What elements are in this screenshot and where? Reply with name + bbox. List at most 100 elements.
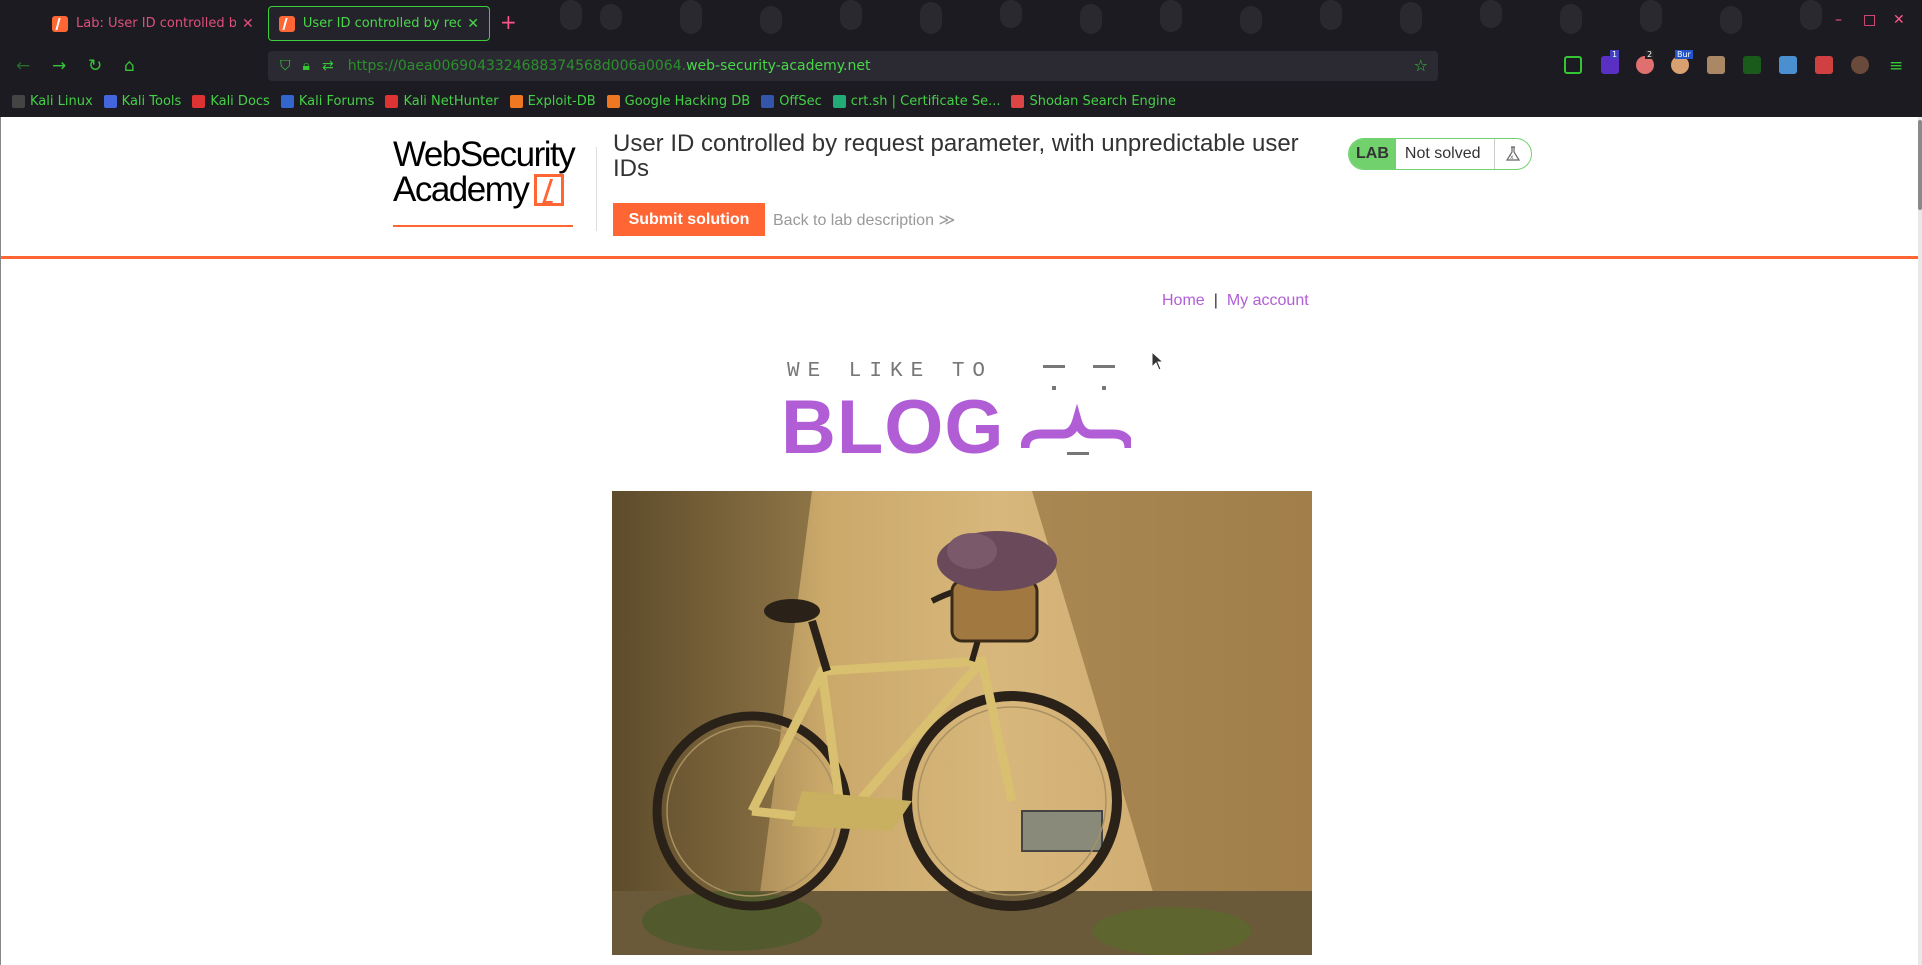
bookmark-star-icon[interactable]: ☆ — [1414, 56, 1428, 75]
extension-icon[interactable] — [1779, 56, 1797, 74]
header-divider — [596, 147, 597, 231]
site-navigation: Home | My account — [1162, 292, 1309, 310]
bookmarks-toolbar: Kali Linux Kali Tools Kali Docs Kali Forums… — [0, 86, 1922, 116]
logo-line-1: WebSecurity — [393, 135, 576, 174]
close-tab-icon[interactable]: ✕ — [467, 16, 479, 32]
blog-face-icon — [1021, 365, 1131, 455]
bookmark-label: crt.sh | Certificate Se... — [850, 93, 1001, 109]
extension-badge: Bur — [1675, 50, 1693, 59]
bookmark-favicon-icon — [280, 94, 294, 108]
browser-window: Lab: User ID controlled by request param… — [0, 0, 1922, 965]
menu-icon[interactable]: ≡ — [1889, 56, 1903, 76]
extension-icon[interactable] — [1851, 56, 1869, 74]
lab-tag: LAB — [1349, 139, 1396, 169]
portswigger-favicon-icon — [279, 15, 295, 32]
navigation-toolbar: ← → ↻ ⌂ ⛉ 🔒︎ ⇄ https://0aea0069043324688… — [0, 46, 1922, 86]
back-to-lab-description-link[interactable]: Back to lab description ≫ — [773, 210, 955, 230]
back-link-label: Back to lab description — [773, 212, 934, 229]
shield-icon[interactable]: ⛉ — [280, 58, 291, 74]
minimize-button[interactable]: – — [1835, 12, 1842, 28]
lightning-bolt-icon — [534, 174, 565, 206]
bookmark-item[interactable]: crt.sh | Certificate Se... — [832, 93, 1001, 109]
extension-icon[interactable]: 2 — [1636, 50, 1655, 74]
bookmark-label: Shodan Search Engine — [1029, 93, 1176, 109]
extension-icon[interactable] — [1815, 56, 1833, 74]
web-page: WebSecurity Academy User ID controlled b… — [0, 117, 1918, 965]
web-security-academy-logo[interactable]: WebSecurity Academy — [393, 137, 593, 227]
close-tab-icon[interactable]: ✕ — [242, 16, 254, 32]
bookmark-item[interactable]: Google Hacking DB — [606, 93, 751, 109]
lab-header: WebSecurity Academy User ID controlled b… — [1, 117, 1918, 259]
lab-status-text: Not solved — [1404, 145, 1481, 162]
blog-wordmark: BLOG — [781, 385, 1005, 470]
svg-text:x: x — [1510, 154, 1514, 161]
bookmark-favicon-icon — [832, 94, 846, 108]
lab-status-widget: LAB Not solved x — [1348, 138, 1532, 170]
maximize-button[interactable]: □ — [1863, 12, 1876, 28]
bookmark-item[interactable]: Kali NetHunter — [385, 93, 499, 109]
lock-icon[interactable]: 🔒︎ — [303, 58, 310, 74]
bookmark-label: Exploit-DB — [527, 93, 596, 109]
bicycle-hero-image — [612, 491, 1312, 955]
bookmark-favicon-icon — [761, 94, 775, 108]
extension-icon[interactable] — [1707, 56, 1725, 74]
permissions-icon[interactable]: ⇄ — [322, 58, 334, 74]
url-origin-prefix: https://0aea0069043324688374568d006a0064… — [347, 58, 687, 74]
bookmark-item[interactable]: Kali Forums — [280, 93, 375, 109]
new-tab-button[interactable]: + — [500, 10, 517, 34]
page-scrollbar[interactable] — [1918, 117, 1922, 965]
bookmark-label: Kali Forums — [298, 93, 375, 109]
portswigger-favicon-icon — [52, 15, 68, 32]
close-window-button[interactable]: ✕ — [1893, 12, 1905, 28]
bookmark-item[interactable]: Shodan Search Engine — [1011, 93, 1176, 109]
bookmark-favicon-icon — [1011, 94, 1025, 108]
bookmark-label: Google Hacking DB — [624, 93, 751, 109]
nav-separator: | — [1213, 292, 1218, 309]
bookmark-item[interactable]: Exploit-DB — [509, 93, 596, 109]
tab-title: User ID controlled by request parameter — [302, 16, 462, 31]
logo-line-2: Academy — [393, 170, 530, 209]
bookmark-item[interactable]: Kali Tools — [103, 93, 182, 109]
bookmark-favicon-icon — [12, 94, 25, 108]
extension-badge: 2 — [1645, 50, 1655, 59]
bookmark-favicon-icon — [385, 94, 399, 108]
reload-icon[interactable]: ↻ — [88, 56, 102, 76]
extension-icon[interactable] — [1743, 56, 1761, 74]
bookmark-label: OffSec — [779, 93, 822, 109]
bookmark-label: Kali NetHunter — [403, 93, 499, 109]
bookmark-label: Kali Tools — [121, 93, 182, 109]
lab-title: User ID controlled by request parameter,… — [613, 130, 1299, 182]
extension-icon[interactable]: 1 — [1601, 50, 1620, 74]
bookmark-favicon-icon — [103, 94, 117, 108]
tab-lab-active[interactable]: User ID controlled by request parameter … — [268, 6, 490, 41]
extension-badge: 1 — [1610, 50, 1620, 59]
double-chevron-icon: ≫ — [938, 212, 956, 229]
tab-strip: Lab: User ID controlled by request param… — [0, 0, 1922, 46]
tab-title: Lab: User ID controlled by request param… — [76, 16, 236, 31]
flask-icon: x — [1494, 139, 1530, 169]
submit-solution-button[interactable]: Submit solution — [613, 203, 765, 236]
pocket-icon[interactable] — [1564, 56, 1582, 74]
bookmark-favicon-icon — [192, 94, 206, 108]
bookmark-label: Kali Linux — [30, 93, 93, 109]
scrollbar-thumb[interactable] — [1918, 120, 1922, 210]
bookmark-item[interactable]: OffSec — [761, 94, 822, 109]
bookmark-item[interactable]: Kali Docs — [192, 94, 270, 109]
bookmark-favicon-icon — [606, 94, 620, 108]
blog-tagline: WE LIKE TO — [787, 360, 994, 383]
burp-extension-icon[interactable]: Bur — [1671, 50, 1693, 74]
nav-home-link[interactable]: Home — [1162, 292, 1205, 309]
mouse-cursor-icon — [1151, 351, 1165, 371]
url-domain: web-security-academy.net — [686, 58, 871, 74]
home-icon[interactable]: ⌂ — [124, 56, 135, 76]
tab-lab-description[interactable]: Lab: User ID controlled by request param… — [42, 6, 264, 41]
bookmark-item[interactable]: Kali Linux — [12, 94, 93, 109]
back-arrow-icon[interactable]: ← — [16, 56, 30, 76]
forward-arrow-icon[interactable]: → — [52, 56, 66, 76]
nav-my-account-link[interactable]: My account — [1227, 292, 1309, 309]
address-bar[interactable]: ⛉ 🔒︎ ⇄ https://0aea0069043324688374568d0… — [268, 51, 1438, 81]
bookmark-label: Kali Docs — [210, 93, 270, 109]
logo-underline — [393, 225, 573, 227]
blog-logo: WE LIKE TO BLOG — [781, 360, 1141, 470]
bookmark-favicon-icon — [509, 94, 523, 108]
